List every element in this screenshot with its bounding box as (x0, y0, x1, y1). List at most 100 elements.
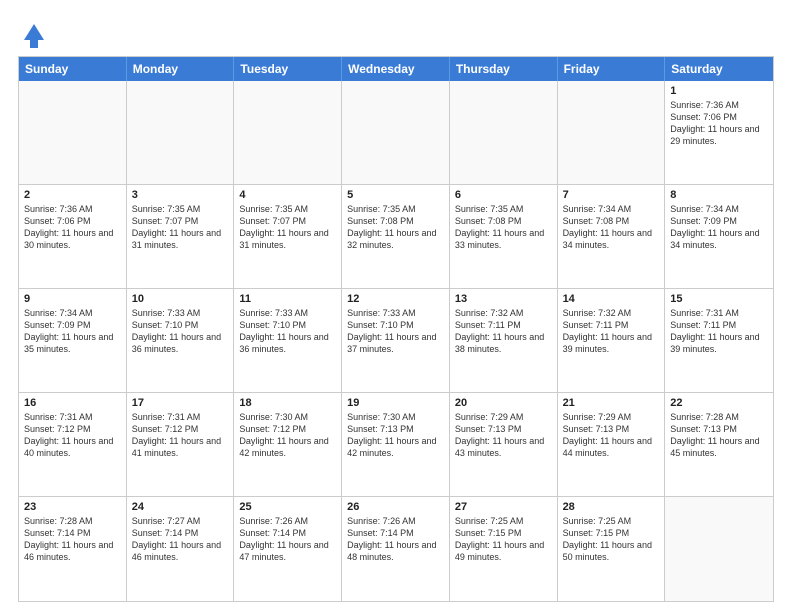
header-day-wednesday: Wednesday (342, 57, 450, 81)
calendar-cell: 22 Sunrise: 7:28 AM Sunset: 7:13 PM Dayli… (665, 393, 773, 496)
day-info: Sunrise: 7:31 AM Sunset: 7:11 PM Dayligh… (670, 307, 768, 356)
logo (18, 20, 48, 48)
calendar-cell: 8 Sunrise: 7:34 AM Sunset: 7:09 PM Daylig… (665, 185, 773, 288)
calendar-cell: 18 Sunrise: 7:30 AM Sunset: 7:12 PM Dayli… (234, 393, 342, 496)
day-number: 9 (24, 293, 121, 305)
calendar-cell: 24 Sunrise: 7:27 AM Sunset: 7:14 PM Dayli… (127, 497, 235, 601)
day-info: Sunrise: 7:25 AM Sunset: 7:15 PM Dayligh… (455, 515, 552, 564)
calendar-cell: 4 Sunrise: 7:35 AM Sunset: 7:07 PM Daylig… (234, 185, 342, 288)
day-info: Sunrise: 7:34 AM Sunset: 7:09 PM Dayligh… (670, 203, 768, 252)
calendar-cell (127, 81, 235, 184)
calendar-cell: 25 Sunrise: 7:26 AM Sunset: 7:14 PM Dayli… (234, 497, 342, 601)
day-number: 18 (239, 397, 336, 409)
calendar-cell: 2 Sunrise: 7:36 AM Sunset: 7:06 PM Daylig… (19, 185, 127, 288)
day-number: 1 (670, 85, 768, 97)
day-number: 28 (563, 501, 660, 513)
day-info: Sunrise: 7:35 AM Sunset: 7:08 PM Dayligh… (455, 203, 552, 252)
calendar-cell: 26 Sunrise: 7:26 AM Sunset: 7:14 PM Dayli… (342, 497, 450, 601)
day-info: Sunrise: 7:34 AM Sunset: 7:09 PM Dayligh… (24, 307, 121, 356)
calendar-cell: 3 Sunrise: 7:35 AM Sunset: 7:07 PM Daylig… (127, 185, 235, 288)
calendar-cell: 6 Sunrise: 7:35 AM Sunset: 7:08 PM Daylig… (450, 185, 558, 288)
calendar-cell: 23Sunrise: 7:28 AM Sunset: 7:14 PM Dayli… (19, 497, 127, 601)
calendar-row-1: 1 Sunrise: 7:36 AM Sunset: 7:06 PM Daylig… (19, 81, 773, 185)
day-number: 11 (239, 293, 336, 305)
day-number: 27 (455, 501, 552, 513)
header-day-saturday: Saturday (665, 57, 773, 81)
calendar-cell: 28 Sunrise: 7:25 AM Sunset: 7:15 PM Dayli… (558, 497, 666, 601)
header-day-monday: Monday (127, 57, 235, 81)
day-info: Sunrise: 7:29 AM Sunset: 7:13 PM Dayligh… (563, 411, 660, 460)
day-info: Sunrise: 7:34 AM Sunset: 7:08 PM Dayligh… (563, 203, 660, 252)
day-number: 26 (347, 501, 444, 513)
day-info: Sunrise: 7:28 AM Sunset: 7:13 PM Dayligh… (670, 411, 768, 460)
day-info: Sunrise: 7:29 AM Sunset: 7:13 PM Dayligh… (455, 411, 552, 460)
calendar-cell: 27 Sunrise: 7:25 AM Sunset: 7:15 PM Dayli… (450, 497, 558, 601)
day-info: Sunrise: 7:31 AM Sunset: 7:12 PM Dayligh… (24, 411, 121, 460)
day-number: 25 (239, 501, 336, 513)
day-info: Sunrise: 7:30 AM Sunset: 7:13 PM Dayligh… (347, 411, 444, 460)
calendar: SundayMondayTuesdayWednesdayThursdayFrid… (18, 56, 774, 602)
calendar-row-3: 9 Sunrise: 7:34 AM Sunset: 7:09 PM Daylig… (19, 289, 773, 393)
calendar-cell: 14Sunrise: 7:32 AM Sunset: 7:11 PM Dayli… (558, 289, 666, 392)
header-day-thursday: Thursday (450, 57, 558, 81)
header-day-tuesday: Tuesday (234, 57, 342, 81)
day-info: Sunrise: 7:35 AM Sunset: 7:07 PM Dayligh… (239, 203, 336, 252)
calendar-cell: 10Sunrise: 7:33 AM Sunset: 7:10 PM Dayli… (127, 289, 235, 392)
header-day-sunday: Sunday (19, 57, 127, 81)
header (18, 16, 774, 48)
header-day-friday: Friday (558, 57, 666, 81)
calendar-body: 1 Sunrise: 7:36 AM Sunset: 7:06 PM Daylig… (19, 81, 773, 601)
day-number: 24 (132, 501, 229, 513)
calendar-cell: 21 Sunrise: 7:29 AM Sunset: 7:13 PM Dayli… (558, 393, 666, 496)
calendar-cell: 13 Sunrise: 7:32 AM Sunset: 7:11 PM Dayli… (450, 289, 558, 392)
day-info: Sunrise: 7:26 AM Sunset: 7:14 PM Dayligh… (239, 515, 336, 564)
day-info: Sunrise: 7:35 AM Sunset: 7:07 PM Dayligh… (132, 203, 229, 252)
day-info: Sunrise: 7:36 AM Sunset: 7:06 PM Dayligh… (670, 99, 768, 148)
day-info: Sunrise: 7:31 AM Sunset: 7:12 PM Dayligh… (132, 411, 229, 460)
page: SundayMondayTuesdayWednesdayThursdayFrid… (0, 0, 792, 612)
calendar-cell: 5 Sunrise: 7:35 AM Sunset: 7:08 PM Daylig… (342, 185, 450, 288)
calendar-cell: 9 Sunrise: 7:34 AM Sunset: 7:09 PM Daylig… (19, 289, 127, 392)
day-info: Sunrise: 7:33 AM Sunset: 7:10 PM Dayligh… (239, 307, 336, 356)
day-number: 13 (455, 293, 552, 305)
day-number: 21 (563, 397, 660, 409)
day-number: 6 (455, 189, 552, 201)
calendar-cell: 12Sunrise: 7:33 AM Sunset: 7:10 PM Dayli… (342, 289, 450, 392)
day-number: 3 (132, 189, 229, 201)
day-info: Sunrise: 7:25 AM Sunset: 7:15 PM Dayligh… (563, 515, 660, 564)
calendar-cell (450, 81, 558, 184)
calendar-row-4: 16Sunrise: 7:31 AM Sunset: 7:12 PM Dayli… (19, 393, 773, 497)
calendar-cell (558, 81, 666, 184)
day-info: Sunrise: 7:30 AM Sunset: 7:12 PM Dayligh… (239, 411, 336, 460)
day-number: 20 (455, 397, 552, 409)
calendar-cell: 16Sunrise: 7:31 AM Sunset: 7:12 PM Dayli… (19, 393, 127, 496)
calendar-header: SundayMondayTuesdayWednesdayThursdayFrid… (19, 57, 773, 81)
day-info: Sunrise: 7:32 AM Sunset: 7:11 PM Dayligh… (455, 307, 552, 356)
calendar-cell: 20 Sunrise: 7:29 AM Sunset: 7:13 PM Dayli… (450, 393, 558, 496)
day-number: 17 (132, 397, 229, 409)
day-number: 5 (347, 189, 444, 201)
day-number: 15 (670, 293, 768, 305)
calendar-cell (234, 81, 342, 184)
day-info: Sunrise: 7:27 AM Sunset: 7:14 PM Dayligh… (132, 515, 229, 564)
day-number: 8 (670, 189, 768, 201)
day-number: 22 (670, 397, 768, 409)
day-number: 12 (347, 293, 444, 305)
calendar-cell (19, 81, 127, 184)
logo-icon (20, 20, 48, 48)
calendar-cell: 17 Sunrise: 7:31 AM Sunset: 7:12 PM Dayli… (127, 393, 235, 496)
day-info: Sunrise: 7:32 AM Sunset: 7:11 PM Dayligh… (563, 307, 660, 356)
day-info: Sunrise: 7:35 AM Sunset: 7:08 PM Dayligh… (347, 203, 444, 252)
day-info: Sunrise: 7:26 AM Sunset: 7:14 PM Dayligh… (347, 515, 444, 564)
day-info: Sunrise: 7:36 AM Sunset: 7:06 PM Dayligh… (24, 203, 121, 252)
calendar-cell (665, 497, 773, 601)
day-number: 10 (132, 293, 229, 305)
calendar-cell: 11 Sunrise: 7:33 AM Sunset: 7:10 PM Dayli… (234, 289, 342, 392)
day-info: Sunrise: 7:28 AM Sunset: 7:14 PM Dayligh… (24, 515, 121, 564)
calendar-row-5: 23Sunrise: 7:28 AM Sunset: 7:14 PM Dayli… (19, 497, 773, 601)
day-number: 4 (239, 189, 336, 201)
calendar-cell: 19 Sunrise: 7:30 AM Sunset: 7:13 PM Dayli… (342, 393, 450, 496)
calendar-cell: 7Sunrise: 7:34 AM Sunset: 7:08 PM Daylig… (558, 185, 666, 288)
day-number: 19 (347, 397, 444, 409)
day-number: 2 (24, 189, 121, 201)
